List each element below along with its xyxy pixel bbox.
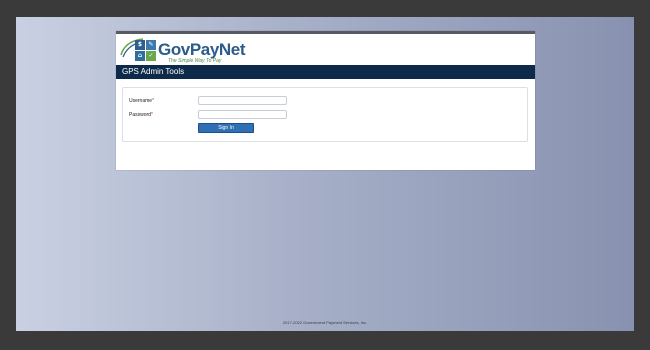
login-card: $ ✎ ⌂ ✓ GovPayNet The Simple Way To Pay … <box>116 31 535 170</box>
brand-logo-text: GovPayNet <box>158 40 246 59</box>
card-body: Username* Password* Sign In <box>116 79 535 170</box>
logo-mark: $ ✎ ⌂ ✓ <box>135 40 156 61</box>
username-label-text: Username <box>129 98 153 104</box>
password-input[interactable] <box>198 110 287 119</box>
logo-pen-icon: ✎ <box>146 40 156 50</box>
title-bar: GPS Admin Tools <box>116 65 535 79</box>
logo-dollar-icon: $ <box>135 40 145 50</box>
brand-tagline: The Simple Way To Pay <box>168 58 222 64</box>
logo-check-icon: ✓ <box>146 51 156 61</box>
required-mark: * <box>150 112 153 118</box>
copyright-footer: 2017-2022 Government Payment Services, I… <box>282 320 368 325</box>
login-form: Username* Password* Sign In <box>122 87 528 142</box>
browser-viewport: $ ✎ ⌂ ✓ GovPayNet The Simple Way To Pay … <box>16 17 634 331</box>
password-label: Password* <box>129 112 153 118</box>
required-mark: * <box>152 98 155 104</box>
sign-in-button[interactable]: Sign In <box>198 123 254 133</box>
username-label: Username* <box>129 98 154 104</box>
username-input[interactable] <box>198 96 287 105</box>
logo-home-icon: ⌂ <box>135 51 145 61</box>
logo-header: $ ✎ ⌂ ✓ GovPayNet The Simple Way To Pay <box>116 34 535 65</box>
password-label-text: Password <box>129 112 151 118</box>
page-title: GPS Admin Tools <box>122 67 185 76</box>
